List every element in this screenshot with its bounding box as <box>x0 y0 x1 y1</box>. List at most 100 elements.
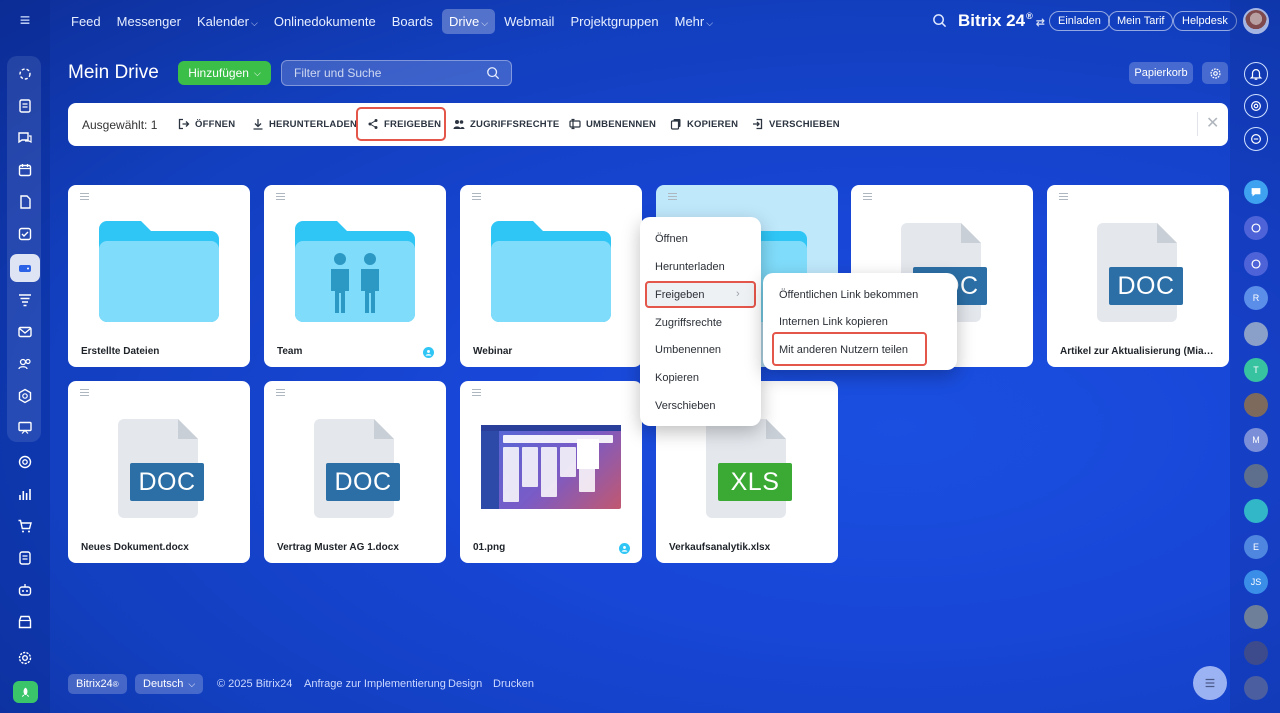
submenu-public-link[interactable]: Öffentlichen Link bekommen <box>779 289 918 301</box>
sidebar-item-store[interactable] <box>13 610 37 634</box>
invite-button[interactable]: Einladen <box>1049 11 1110 31</box>
search-input[interactable] <box>281 60 512 86</box>
sidebar-item-bot[interactable] <box>13 578 37 602</box>
sidebar-item-analytics[interactable] <box>13 482 37 506</box>
search-icon[interactable] <box>486 66 500 80</box>
open-channels-button[interactable] <box>1244 180 1268 204</box>
sidebar-item-settings[interactable] <box>13 646 37 670</box>
file-card[interactable]: Erstellte Dateien <box>68 185 250 367</box>
file-icon <box>20 195 31 209</box>
menu-icon[interactable]: ≡ <box>15 11 35 29</box>
nav-drive[interactable]: Drive ⌵ <box>441 8 496 34</box>
notifications-button[interactable] <box>1244 62 1268 86</box>
trash-button[interactable]: Papierkorb <box>1129 62 1193 84</box>
design-link[interactable]: Design <box>448 678 482 690</box>
nav-workgroups[interactable]: Projektgruppen <box>563 9 665 34</box>
my-plan-button[interactable]: Mein Tarif <box>1108 11 1174 31</box>
brand-logo[interactable]: Bitrix 24®⇄ <box>958 11 1045 31</box>
open-action-button[interactable]: ÖFFNEN <box>178 118 235 130</box>
recent-chat-avatar[interactable] <box>1244 676 1268 700</box>
recent-chat-avatar[interactable]: E <box>1244 535 1268 559</box>
footer-brand-button[interactable]: Bitrix24 ® <box>68 674 127 694</box>
context-menu-access-rights[interactable]: Zugriffsrechte <box>655 317 722 329</box>
sidebar-item-goals[interactable] <box>13 450 37 474</box>
copy-action-button[interactable]: KOPIEREN <box>670 118 738 130</box>
drag-handle-icon[interactable] <box>276 389 285 396</box>
sidebar-item-boards[interactable] <box>13 288 37 312</box>
sidebar-item-feed[interactable] <box>13 62 37 86</box>
submenu-copy-internal-link[interactable]: Internen Link kopieren <box>779 316 888 328</box>
helpdesk-button[interactable]: Helpdesk <box>1173 11 1237 31</box>
context-menu-open[interactable]: Öffnen <box>655 233 688 245</box>
file-card[interactable]: 01.png <box>460 381 642 563</box>
drag-handle-icon[interactable] <box>668 193 677 200</box>
drag-handle-icon[interactable] <box>80 389 89 396</box>
sidebar-item-groups[interactable] <box>13 384 37 408</box>
nav-boards[interactable]: Boards <box>385 9 440 34</box>
chat-list-button[interactable] <box>1193 666 1227 700</box>
nav-feed[interactable]: Feed <box>64 9 108 34</box>
drag-handle-icon[interactable] <box>80 193 89 200</box>
file-card[interactable]: DOC Vertrag Muster AG 1.docx <box>264 381 446 563</box>
chevron-down-icon: ⌵ <box>188 678 196 689</box>
sidebar-item-presentation[interactable] <box>13 416 37 440</box>
language-select[interactable]: Deutsch ⌵ <box>135 674 204 694</box>
download-action-button[interactable]: HERUNTERLADEN <box>252 118 357 130</box>
move-action-button[interactable]: VERSCHIEBEN <box>752 118 840 130</box>
store-icon <box>18 615 32 629</box>
recent-chat-avatar[interactable] <box>1244 605 1268 629</box>
sidebar-item-tasks[interactable] <box>13 222 37 246</box>
hexagon-icon <box>18 388 32 404</box>
sidebar-item-mail[interactable] <box>13 320 37 344</box>
settings-button[interactable] <box>1202 62 1228 84</box>
sidebar-item-sites[interactable] <box>13 546 37 570</box>
nav-more[interactable]: Mehr ⌵ <box>668 9 720 34</box>
recent-chat-avatar[interactable] <box>1244 641 1268 665</box>
rename-action-button[interactable]: UMBENENNEN <box>569 118 656 130</box>
sidebar-item-messenger[interactable] <box>13 126 37 150</box>
nav-webmail[interactable]: Webmail <box>497 9 561 34</box>
drag-handle-icon[interactable] <box>276 193 285 200</box>
sidebar-item-shop[interactable] <box>13 514 37 538</box>
copilot-chat-2[interactable] <box>1244 252 1268 276</box>
print-link[interactable]: Drucken <box>493 678 534 690</box>
sidebar-item-documents[interactable] <box>13 94 37 118</box>
recent-chat-avatar[interactable]: JS <box>1244 570 1268 594</box>
file-card[interactable]: DOC Artikel zur Aktualisierung (Mia Fu..… <box>1047 185 1229 367</box>
context-menu-download[interactable]: Herunterladen <box>655 261 725 273</box>
recent-chat-avatar[interactable] <box>1244 322 1268 346</box>
file-card[interactable]: DOC Neues Dokument.docx <box>68 381 250 563</box>
drag-handle-icon[interactable] <box>472 193 481 200</box>
drag-handle-icon[interactable] <box>863 193 872 200</box>
recent-chat-avatar[interactable] <box>1244 499 1268 523</box>
recent-chat-avatar[interactable] <box>1244 464 1268 488</box>
recent-chat-avatar[interactable]: T <box>1244 358 1268 382</box>
presentation-icon <box>18 421 32 434</box>
implementation-link[interactable]: Anfrage zur Implementierung <box>304 678 446 690</box>
sidebar-item-calendar[interactable] <box>13 158 37 182</box>
nav-online-docs[interactable]: Onlinedokumente <box>267 9 383 34</box>
drag-handle-icon[interactable] <box>1059 193 1068 200</box>
add-button[interactable]: Hinzufügen ⌵ <box>178 61 271 85</box>
recent-chat-avatar[interactable] <box>1244 393 1268 417</box>
drag-handle-icon[interactable] <box>472 389 481 396</box>
rocket-button[interactable] <box>13 681 38 703</box>
nav-messenger[interactable]: Messenger <box>110 9 188 34</box>
copilot-button[interactable] <box>1244 94 1268 118</box>
sidebar-item-online-docs[interactable] <box>13 190 37 214</box>
recent-chat-avatar[interactable]: M <box>1244 428 1268 452</box>
sidebar-item-drive[interactable] <box>10 254 40 282</box>
copilot-chat-1[interactable] <box>1244 216 1268 240</box>
recent-chat-avatar[interactable]: R <box>1244 286 1268 310</box>
close-icon[interactable]: ✕ <box>1206 116 1219 132</box>
context-menu-copy[interactable]: Kopieren <box>655 372 699 384</box>
context-menu-move[interactable]: Verschieben <box>655 400 716 412</box>
search-icon[interactable] <box>932 13 947 28</box>
file-card[interactable]: Team <box>264 185 446 367</box>
file-card[interactable]: Webinar <box>460 185 642 367</box>
context-menu-rename[interactable]: Umbenennen <box>655 344 721 356</box>
sidebar-item-contacts[interactable] <box>13 352 37 376</box>
nav-calendar[interactable]: Kalender ⌵ <box>190 9 265 34</box>
access-rights-action-button[interactable]: ZUGRIFFSRECHTE <box>453 118 559 130</box>
chat-search-button[interactable] <box>1244 127 1268 151</box>
